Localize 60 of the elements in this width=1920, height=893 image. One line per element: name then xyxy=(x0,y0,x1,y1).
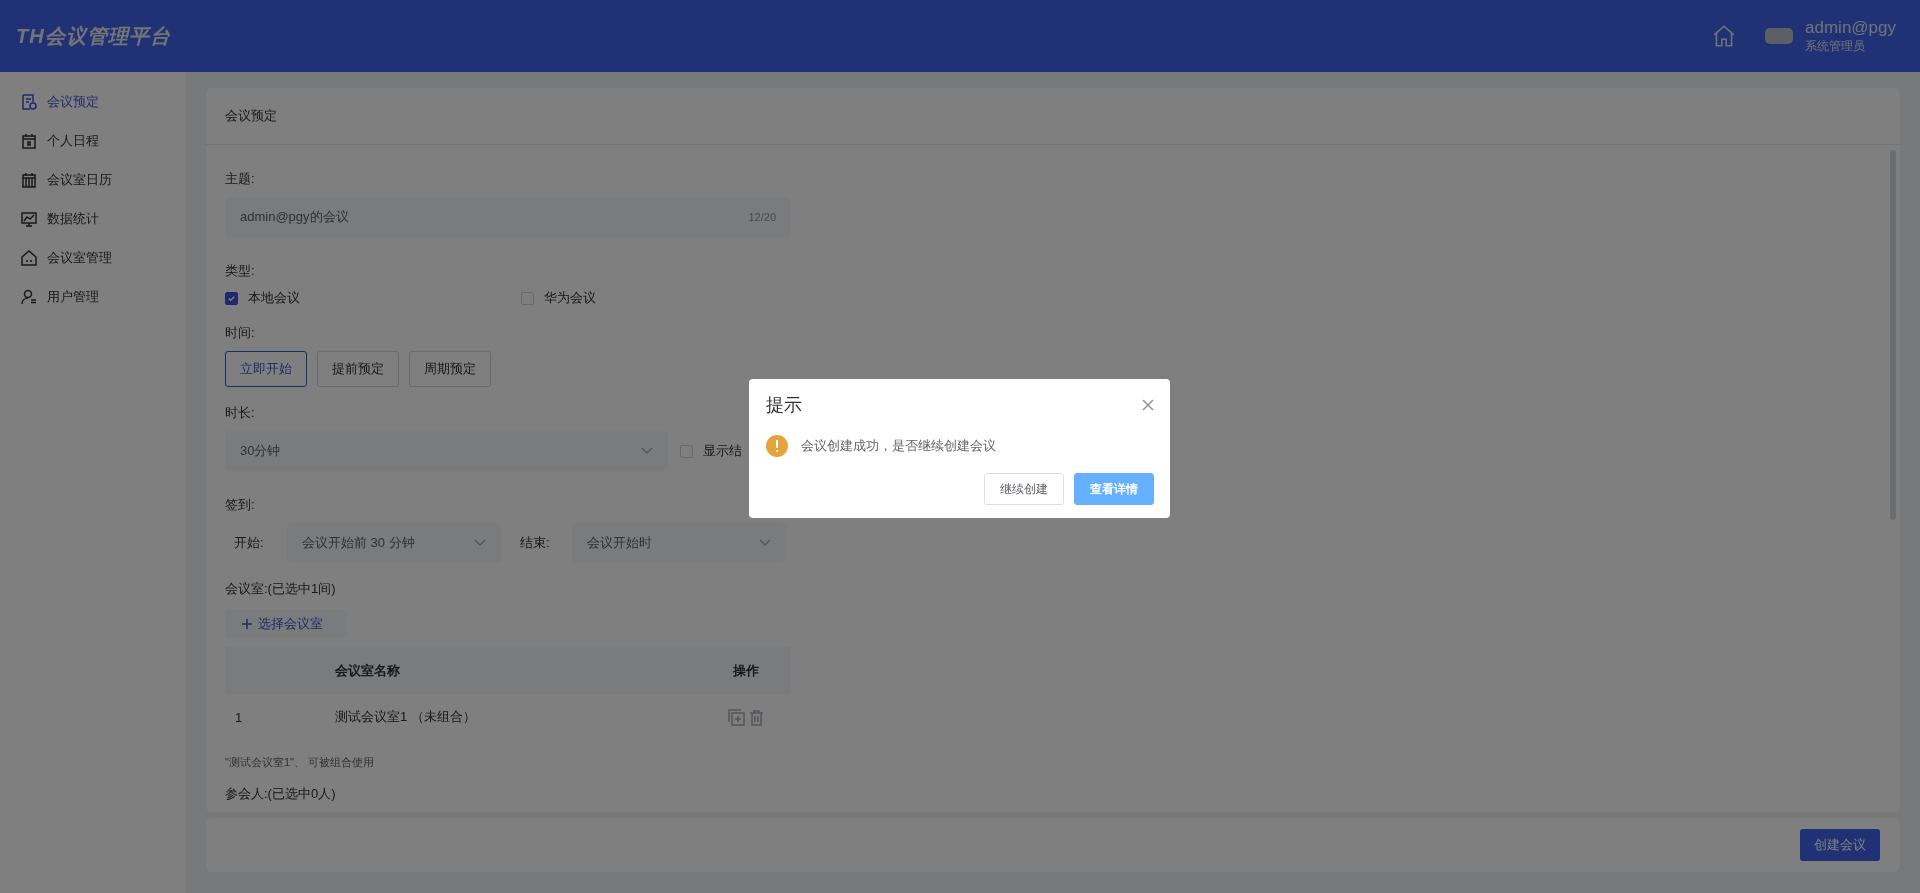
page-title: 会议预定 xyxy=(206,88,1900,145)
field-value: 30分钟 xyxy=(240,442,282,460)
field-label: 时长: xyxy=(225,405,255,421)
hint-text: "测试会议室1"、 可被组合使用 xyxy=(225,755,375,770)
checkbox-label: 华为会议 xyxy=(544,289,596,307)
warning-icon xyxy=(766,435,788,457)
calendar-icon xyxy=(21,132,37,149)
field-label: 会议室:(已选中1间) xyxy=(225,581,336,597)
table-cell-text: 1 xyxy=(234,709,244,725)
time-option-button[interactable]: 立即开始 xyxy=(225,351,307,387)
create-meeting-button[interactable]: 创建会议 xyxy=(1800,829,1880,861)
table-cell-text: 测试会议室1 （未组合） xyxy=(335,708,477,726)
field-value: admin@pgy的会议 xyxy=(240,208,350,226)
monitor-chart-icon xyxy=(21,210,37,227)
field-value: 会议开始前 30 分钟 xyxy=(302,534,416,552)
caret-icon xyxy=(759,539,771,547)
caret-icon xyxy=(474,539,486,547)
user-icon xyxy=(21,288,37,305)
continue-button[interactable]: 继续创建 xyxy=(984,473,1064,505)
select-room-button[interactable]: 选择会议室 xyxy=(225,610,346,637)
house-icon xyxy=(21,249,37,266)
time-option-button[interactable]: 提前预定 xyxy=(317,351,399,387)
checkin-start-select[interactable]: 会议开始前 30 分钟 xyxy=(287,523,501,563)
app-logo: TH会议管理平台 xyxy=(16,23,171,49)
trash-icon[interactable] xyxy=(747,708,765,726)
checkbox[interactable] xyxy=(225,291,238,305)
field-label: 签到: xyxy=(225,497,255,513)
sidebar-item[interactable]: 个人日程 xyxy=(0,121,186,160)
checkbox-label: 显示结 xyxy=(703,442,742,460)
field-label: 参会人:(已选中0人) xyxy=(225,786,336,802)
field-label: 结束: xyxy=(519,534,551,552)
copy-icon[interactable] xyxy=(727,708,745,726)
field-value: 会议开始时 xyxy=(587,534,653,552)
duration-select[interactable]: 30分钟 xyxy=(225,431,668,471)
caret-icon xyxy=(641,447,653,455)
dialog-message: 会议创建成功，是否继续创建会议 xyxy=(801,437,996,455)
close-icon[interactable] xyxy=(1142,399,1154,411)
sidebar-item[interactable]: 会议室管理 xyxy=(0,238,186,277)
column-header: 会议室名称 xyxy=(335,661,401,680)
sidebar-item[interactable]: 用户管理 xyxy=(0,277,186,316)
sidebar-item[interactable]: 会议预定 xyxy=(0,82,186,121)
sidebar-item[interactable]: 数据统计 xyxy=(0,199,186,238)
plus-icon xyxy=(242,618,252,629)
checkin-end-select[interactable]: 会议开始时 xyxy=(572,523,786,563)
field-label: 类型: xyxy=(225,263,255,279)
column-header: 操作 xyxy=(732,661,760,680)
field-label: 主题: xyxy=(225,171,255,187)
avatar[interactable] xyxy=(1765,28,1794,44)
field-label: 开始: xyxy=(233,534,265,552)
calendar-icon xyxy=(21,171,37,188)
field-label: 时间: xyxy=(225,325,255,341)
user-role: 系统管理员 xyxy=(1805,37,1867,55)
view-details-button[interactable]: 查看详情 xyxy=(1074,473,1154,505)
time-option-button[interactable]: 周期预定 xyxy=(409,351,491,387)
checkmark-icon xyxy=(227,293,236,303)
form-icon xyxy=(21,93,37,110)
checkbox-label: 本地会议 xyxy=(248,289,300,307)
dialog-title: 提示 xyxy=(766,394,802,417)
sidebar-item[interactable]: 会议室日历 xyxy=(0,160,186,199)
user-name: admin@pgy xyxy=(1805,17,1896,38)
